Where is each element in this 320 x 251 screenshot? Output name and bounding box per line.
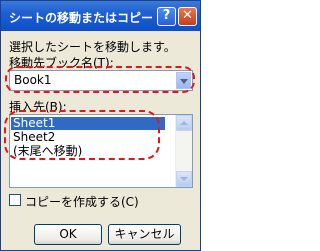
dest-book-dropdown[interactable]: Book1: [9, 70, 193, 91]
vertical-scrollbar[interactable]: [175, 115, 192, 187]
insert-before-listbox[interactable]: Sheet1 Sheet2 (末尾へ移動): [9, 114, 193, 188]
help-icon: ?: [162, 8, 171, 23]
list-item-move-to-end[interactable]: (末尾へ移動): [13, 145, 82, 158]
close-icon: ✕: [182, 8, 193, 23]
ok-button[interactable]: OK: [34, 224, 102, 245]
scroll-down-button[interactable]: [176, 171, 192, 187]
list-item-sheet2[interactable]: Sheet2: [13, 131, 55, 144]
copy-checkbox-label[interactable]: コピーを作成する(C): [25, 193, 139, 210]
dest-book-value: Book1: [14, 73, 52, 87]
scroll-up-button[interactable]: [176, 115, 192, 131]
move-copy-sheet-dialog: シートの移動またはコピー ? ✕ 選択したシートを移動します。 移動先ブック名(…: [0, 0, 201, 251]
title-bar[interactable]: シートの移動またはコピー ? ✕: [1, 1, 200, 31]
list-item-sheet1[interactable]: Sheet1: [11, 117, 165, 130]
cancel-button[interactable]: キャンセル: [108, 224, 181, 245]
chevron-down-icon[interactable]: [176, 72, 191, 89]
close-button[interactable]: ✕: [178, 7, 197, 26]
insert-before-label: 挿入先(B):: [9, 100, 67, 114]
copy-checkbox[interactable]: [9, 194, 21, 206]
dest-book-label: 移動先ブック名(T):: [9, 56, 114, 70]
dialog-title: シートの移動またはコピー: [9, 11, 154, 25]
help-button[interactable]: ?: [157, 7, 176, 26]
instruction-text: 選択したシートを移動します。: [9, 40, 176, 54]
